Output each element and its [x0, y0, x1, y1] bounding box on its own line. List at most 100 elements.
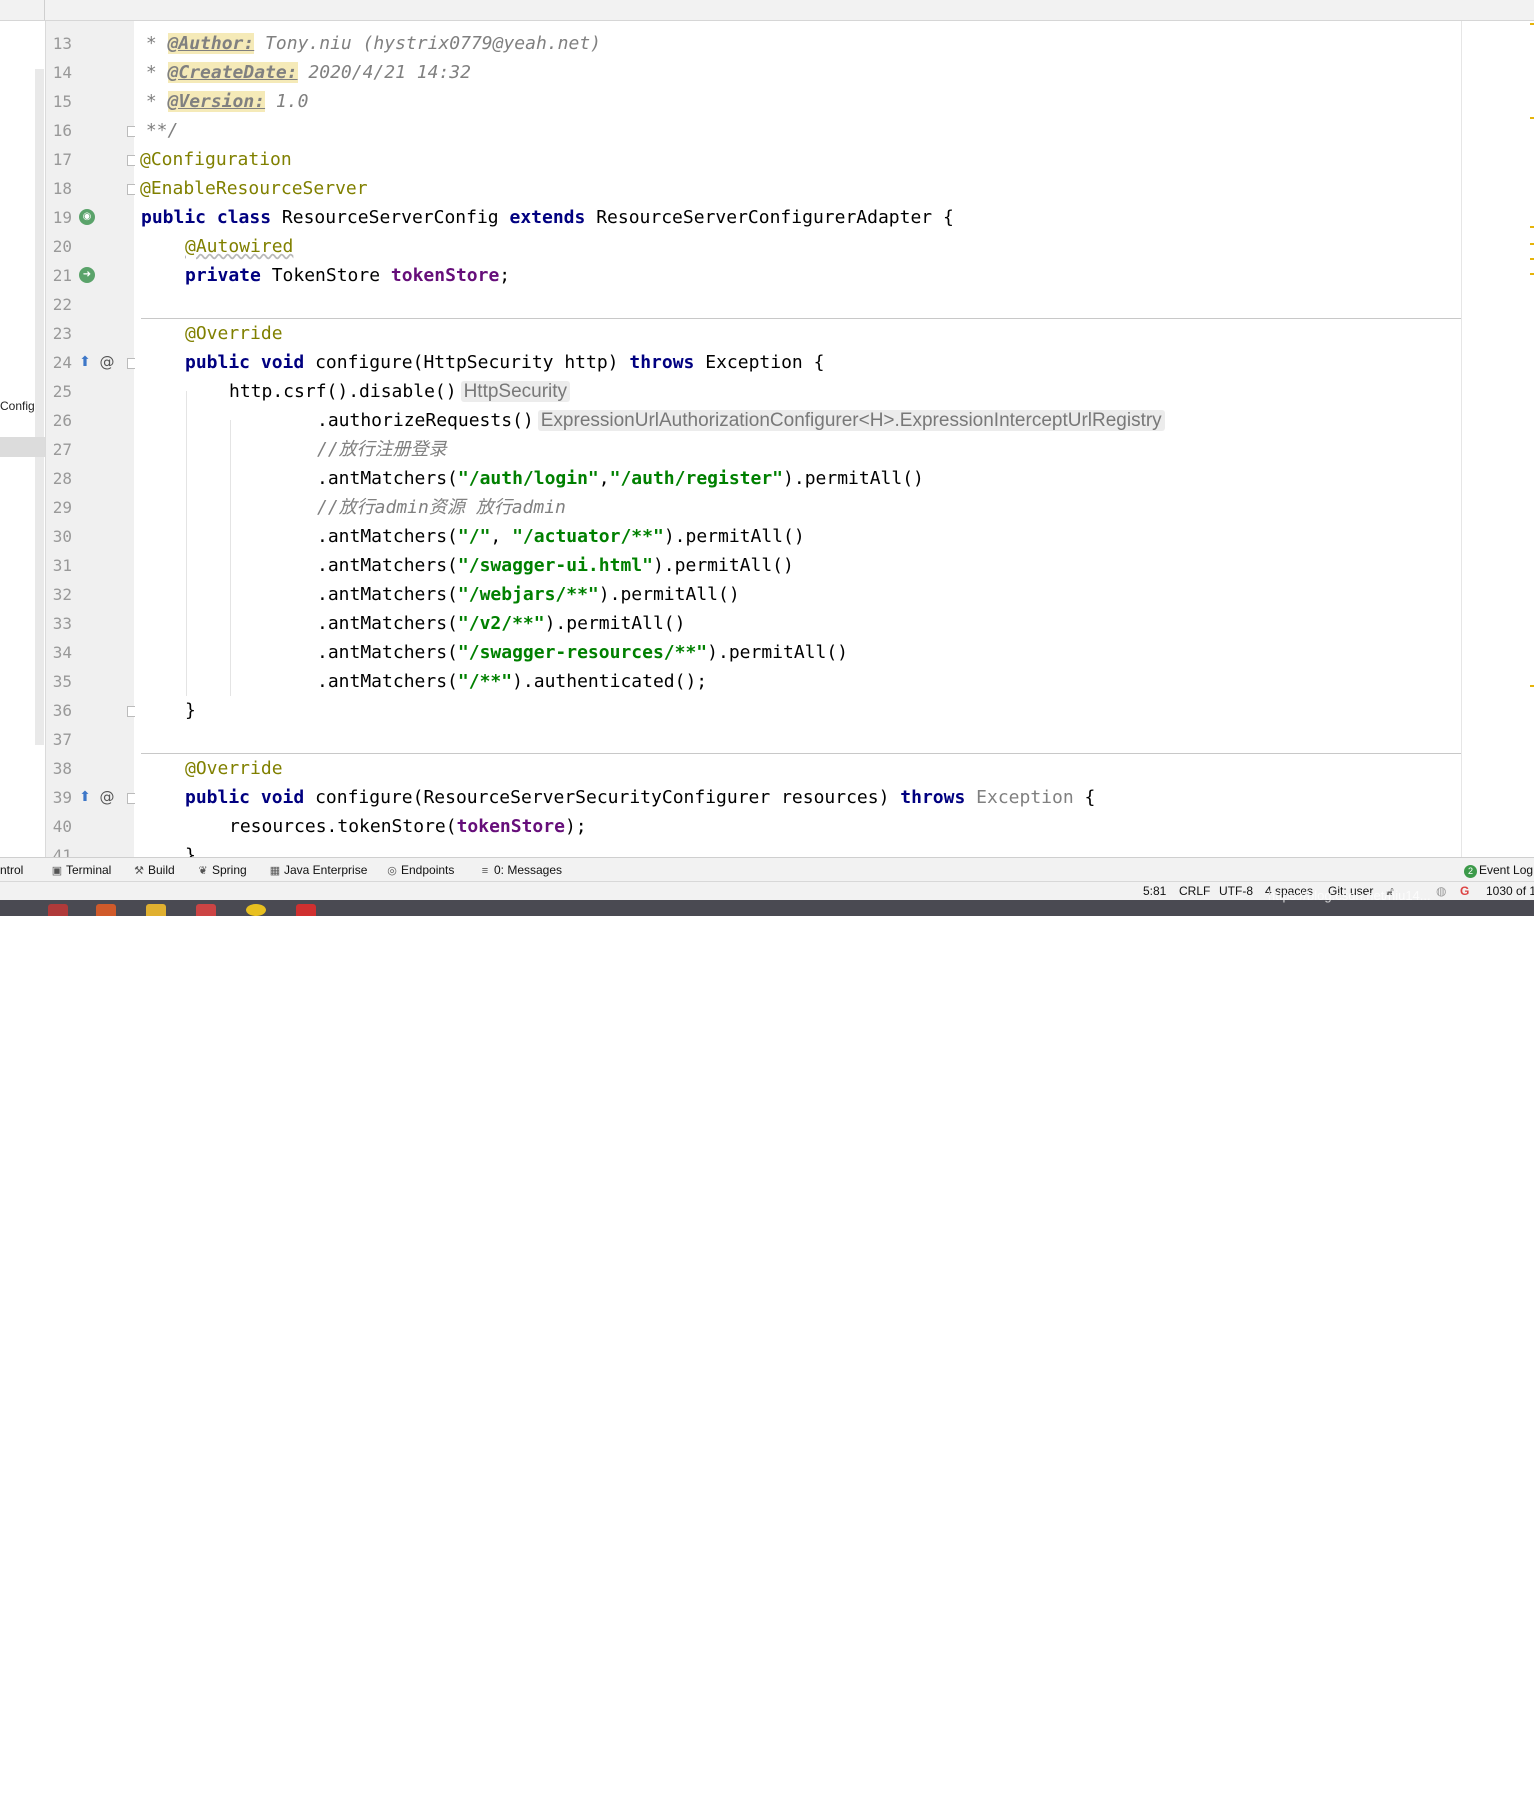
- tool-event-log[interactable]: 2 Event Log: [1464, 863, 1533, 878]
- error-stripe[interactable]: [1461, 21, 1534, 857]
- code-line-31[interactable]: .antMatchers("/swagger-ui.html").permitA…: [317, 551, 794, 580]
- code-line-17[interactable]: @Configuration: [140, 145, 292, 174]
- code-line-28[interactable]: .antMatchers("/auth/login","/auth/regist…: [317, 464, 924, 493]
- code-line-25[interactable]: http.csrf().disable() HttpSecurity: [229, 377, 571, 406]
- tool-build[interactable]: ⚒ Build: [132, 863, 175, 878]
- warning-marker[interactable]: [1530, 23, 1534, 25]
- override-up-arrow-icon[interactable]: ⬆: [77, 354, 93, 370]
- code-line-41[interactable]: }: [185, 841, 196, 857]
- spring-bean-icon[interactable]: ➜: [79, 267, 95, 283]
- line-number: 17: [52, 150, 72, 169]
- warning-marker[interactable]: [1530, 117, 1534, 119]
- memory-indicator[interactable]: 1030 of 1: [1486, 884, 1534, 898]
- code-line-36[interactable]: }: [185, 696, 196, 725]
- terminal-icon: ▣: [51, 865, 63, 877]
- code-line-35[interactable]: .antMatchers("/**").authenticated();: [317, 667, 707, 696]
- code-line-34[interactable]: .antMatchers("/swagger-resources/**").pe…: [317, 638, 848, 667]
- line-number: 24: [52, 353, 72, 372]
- tool-spring[interactable]: ❦ Spring: [196, 863, 246, 878]
- tool-window-bar: ntrol ▣ Terminal ⚒ Build ❦ Spring ▦ Java Ent…: [0, 857, 1534, 882]
- java-enterprise-icon: ▦: [269, 865, 281, 877]
- code-line-27[interactable]: //放行注册登录: [317, 435, 447, 464]
- line-separator[interactable]: CRLF: [1179, 884, 1210, 898]
- project-selected-row[interactable]: [0, 437, 45, 457]
- line-number: 25: [52, 382, 72, 401]
- file-encoding[interactable]: UTF-8: [1219, 884, 1253, 898]
- taskbar-app-icon[interactable]: [296, 904, 316, 916]
- tool-java-enterprise[interactable]: ▦ Java Enterprise: [268, 863, 368, 878]
- spring-leaf-icon: ❦: [198, 865, 208, 877]
- warning-marker[interactable]: [1530, 258, 1534, 260]
- line-number: 27: [52, 440, 72, 459]
- code-line-19[interactable]: public class ResourceServerConfig extend…: [141, 203, 954, 232]
- code-line-21[interactable]: private TokenStore tokenStore;: [185, 261, 510, 290]
- code-line-18[interactable]: @EnableResourceServer: [140, 174, 368, 203]
- taskbar-app-icon[interactable]: [146, 904, 166, 916]
- line-number: 28: [52, 469, 72, 488]
- line-number: 18: [52, 179, 72, 198]
- inspector-icon[interactable]: ◍: [1436, 884, 1446, 898]
- line-number: 21: [52, 266, 72, 285]
- editor-gutter[interactable]: 13 14 15 16 17 18 19 ◉ 20 21 ➜ 22 23 24 ⬆ @ …: [46, 21, 138, 865]
- code-line-40[interactable]: resources.tokenStore(tokenStore);: [229, 812, 587, 841]
- code-line-38[interactable]: @Override: [185, 754, 283, 783]
- taskbar-clock[interactable]: 10:43: [1460, 1803, 1488, 1815]
- code-line-23[interactable]: @Override: [185, 319, 283, 348]
- warning-marker[interactable]: [1530, 226, 1534, 228]
- project-scrollbar[interactable]: [35, 69, 44, 745]
- line-number: 14: [52, 63, 72, 82]
- warning-marker[interactable]: [1530, 273, 1534, 275]
- cursor-position[interactable]: 5:81: [1143, 884, 1166, 898]
- code-line-14[interactable]: * @CreateDate: 2020/4/21 14:32: [135, 58, 471, 87]
- hammer-icon: ⚒: [134, 865, 144, 877]
- line-number: 33: [52, 614, 72, 633]
- line-number: 39: [52, 788, 72, 807]
- at-annotation-icon[interactable]: @: [99, 789, 115, 805]
- line-number: 32: [52, 585, 72, 604]
- code-line-13[interactable]: * @Author: Tony.niu (hystrix0779@yeah.ne…: [135, 29, 601, 58]
- code-line-29[interactable]: //放行admin资源 放行admin: [317, 493, 566, 522]
- editor-tab-strip: [0, 0, 1534, 21]
- spring-bean-icon[interactable]: ◉: [79, 209, 95, 225]
- taskbar-app-icon[interactable]: [96, 904, 116, 916]
- taskbar-app-icon[interactable]: [48, 904, 68, 916]
- line-number: 38: [52, 759, 72, 778]
- code-line-33[interactable]: .antMatchers("/v2/**").permitAll(): [317, 609, 685, 638]
- project-item-label[interactable]: Config: [0, 399, 35, 413]
- code-editor[interactable]: * @Author: Tony.niu (hystrix0779@yeah.ne…: [135, 21, 1461, 857]
- project-panel-edge[interactable]: Config: [0, 21, 46, 857]
- line-number: 13: [52, 34, 72, 53]
- code-line-32[interactable]: .antMatchers("/webjars/**").permitAll(): [317, 580, 740, 609]
- event-log-badge: 2: [1464, 865, 1477, 878]
- google-icon[interactable]: G: [1460, 884, 1469, 898]
- taskbar-app-icon[interactable]: [246, 904, 266, 916]
- warning-marker[interactable]: [1530, 685, 1534, 687]
- code-line-16[interactable]: **/: [135, 116, 179, 145]
- taskbar-app-icon[interactable]: [196, 904, 216, 916]
- tool-messages[interactable]: ≡ 0: Messages: [478, 863, 562, 878]
- at-annotation-icon[interactable]: @: [99, 354, 115, 370]
- method-separator: [141, 318, 1461, 319]
- code-line-26[interactable]: .authorizeRequests() ExpressionUrlAuthori…: [317, 406, 1165, 435]
- code-line-20[interactable]: @Autowired: [185, 232, 293, 261]
- code-line-30[interactable]: .antMatchers("/", "/actuator/**").permit…: [317, 522, 805, 551]
- line-number: 35: [52, 672, 72, 691]
- line-number: 37: [52, 730, 72, 749]
- line-number: 22: [52, 295, 72, 314]
- watermark-text: https://blog.csdn.net/niu14...: [1268, 888, 1431, 903]
- tool-version-control[interactable]: ntrol: [0, 863, 23, 877]
- line-number: 20: [52, 237, 72, 256]
- warning-marker[interactable]: [1530, 243, 1534, 245]
- line-number: 29: [52, 498, 72, 517]
- line-number: 15: [52, 92, 72, 111]
- type-hint: HttpSecurity: [460, 381, 571, 402]
- tool-terminal[interactable]: ▣ Terminal: [50, 863, 112, 878]
- override-up-arrow-icon[interactable]: ⬆: [77, 789, 93, 805]
- code-line-39[interactable]: public void configure(ResourceServerSecu…: [185, 783, 1095, 812]
- method-separator: [141, 753, 1461, 754]
- messages-icon: ≡: [481, 865, 489, 877]
- line-number: 34: [52, 643, 72, 662]
- code-line-24[interactable]: public void configure(HttpSecurity http)…: [185, 348, 824, 377]
- code-line-15[interactable]: * @Version: 1.0: [135, 87, 308, 116]
- tool-endpoints[interactable]: ◎ Endpoints: [385, 863, 454, 878]
